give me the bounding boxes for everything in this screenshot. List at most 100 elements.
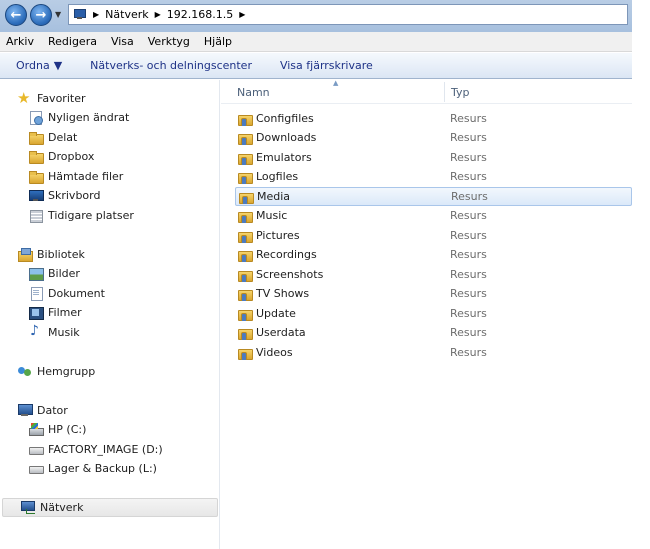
table-row[interactable]: Screenshots Resurs bbox=[235, 265, 632, 284]
nav-item-drive-l[interactable]: Lager & Backup (L:) bbox=[0, 459, 220, 478]
nav-label: Dator bbox=[37, 404, 68, 417]
breadcrumb-separator-icon[interactable]: ▶ bbox=[239, 10, 245, 19]
column-header-row: ▲ Namn Typ bbox=[221, 79, 632, 104]
nav-item-previous-places[interactable]: Tidigare platser bbox=[0, 206, 220, 225]
breadcrumb-host[interactable]: 192.168.1.5 bbox=[167, 8, 233, 21]
nav-network[interactable]: Nätverk bbox=[2, 498, 218, 517]
file-name: Userdata bbox=[256, 326, 306, 339]
menu-edit[interactable]: Redigera bbox=[48, 35, 97, 48]
nav-item-documents[interactable]: Dokument bbox=[0, 284, 220, 303]
table-row[interactable]: Downloads Resurs bbox=[235, 128, 632, 147]
nav-label: Bilder bbox=[48, 267, 80, 280]
nav-item-films[interactable]: Filmer bbox=[0, 303, 220, 322]
file-type: Resurs bbox=[450, 326, 487, 339]
menu-help[interactable]: Hjälp bbox=[204, 35, 232, 48]
nav-homegroup[interactable]: Hemgrupp bbox=[0, 362, 220, 381]
table-row[interactable]: Update Resurs bbox=[235, 304, 632, 323]
nav-label: HP (C:) bbox=[48, 423, 87, 436]
column-divider[interactable] bbox=[444, 82, 445, 102]
file-type: Resurs bbox=[450, 287, 487, 300]
nav-favorites[interactable]: Favoriter bbox=[0, 89, 220, 108]
menu-view[interactable]: Visa bbox=[111, 35, 134, 48]
previous-places-icon bbox=[29, 209, 43, 223]
nav-item-pictures[interactable]: Bilder bbox=[0, 264, 220, 283]
back-button[interactable]: ← bbox=[5, 4, 27, 26]
file-type: Resurs bbox=[450, 170, 487, 183]
nav-libraries[interactable]: Bibliotek bbox=[0, 245, 220, 264]
nav-label: Filmer bbox=[48, 306, 82, 319]
table-row[interactable]: Configfiles Resurs bbox=[235, 109, 632, 128]
table-row[interactable]: Music Resurs bbox=[235, 206, 632, 225]
file-name: Downloads bbox=[256, 131, 317, 144]
desktop-icon bbox=[29, 189, 44, 202]
table-row[interactable]: Emulators Resurs bbox=[235, 148, 632, 167]
network-center-button[interactable]: Nätverks- och delningscenter bbox=[90, 59, 252, 72]
address-bar-region: ← → ▼ ▶ Nätverk ▶ 192.168.1.5 ▶ bbox=[0, 0, 650, 32]
table-row-selected[interactable]: Media Resurs bbox=[235, 187, 632, 206]
column-header-name[interactable]: Namn bbox=[237, 86, 270, 99]
column-header-type[interactable]: Typ bbox=[451, 86, 470, 99]
nav-label: FACTORY_IMAGE (D:) bbox=[48, 443, 163, 456]
shared-folder-icon bbox=[238, 209, 253, 223]
shared-folder-icon bbox=[238, 346, 253, 360]
organize-button[interactable]: Ordna ▼ bbox=[16, 59, 62, 72]
file-type: Resurs bbox=[450, 209, 487, 222]
nav-item-drive-d[interactable]: FACTORY_IMAGE (D:) bbox=[0, 440, 220, 459]
breadcrumb-network[interactable]: Nätverk bbox=[105, 8, 148, 21]
documents-icon bbox=[29, 287, 43, 301]
nav-label: Dokument bbox=[48, 287, 105, 300]
sort-ascending-icon: ▲ bbox=[333, 79, 339, 87]
nav-label: Favoriter bbox=[37, 92, 86, 105]
view-printers-button[interactable]: Visa fjärrskrivare bbox=[280, 59, 373, 72]
table-row[interactable]: Logfiles Resurs bbox=[235, 167, 632, 186]
file-type: Resurs bbox=[450, 112, 487, 125]
windows-drive-icon bbox=[29, 423, 44, 436]
nav-item-dropbox[interactable]: Dropbox bbox=[0, 147, 220, 166]
shared-folder-icon bbox=[239, 190, 254, 204]
shared-folder-icon bbox=[238, 151, 253, 165]
menu-tools[interactable]: Verktyg bbox=[148, 35, 190, 48]
folder-icon bbox=[29, 150, 44, 164]
shared-folder-icon bbox=[238, 326, 253, 340]
breadcrumb-separator-icon[interactable]: ▶ bbox=[155, 10, 161, 19]
file-name: Music bbox=[256, 209, 288, 222]
drive-icon bbox=[29, 462, 44, 475]
menu-file[interactable]: Arkiv bbox=[6, 35, 34, 48]
chevron-down-icon: ▼ bbox=[55, 10, 62, 19]
nav-label: Skrivbord bbox=[48, 189, 101, 202]
file-type: Resurs bbox=[450, 346, 487, 359]
navigation-pane: Favoriter Nyligen ändrat Delat Dropbox H… bbox=[0, 80, 220, 549]
table-row[interactable]: TV Shows Resurs bbox=[235, 284, 632, 303]
folder-icon bbox=[29, 131, 44, 145]
address-box[interactable]: ▶ Nätverk ▶ 192.168.1.5 ▶ bbox=[68, 4, 628, 25]
window-edge bbox=[632, 0, 650, 549]
shared-folder-icon bbox=[238, 112, 253, 126]
file-name: Logfiles bbox=[256, 170, 299, 183]
nav-label: Tidigare platser bbox=[48, 209, 134, 222]
forward-button[interactable]: → bbox=[30, 4, 52, 26]
nav-item-recent[interactable]: Nyligen ändrat bbox=[0, 108, 220, 127]
file-name: Update bbox=[256, 307, 296, 320]
nav-item-shared[interactable]: Delat bbox=[0, 128, 220, 147]
nav-label: Delat bbox=[48, 131, 78, 144]
file-name: Configfiles bbox=[256, 112, 314, 125]
star-icon bbox=[17, 89, 32, 107]
nav-computer[interactable]: Dator bbox=[0, 401, 220, 420]
file-type: Resurs bbox=[450, 229, 487, 242]
table-row[interactable]: Pictures Resurs bbox=[235, 226, 632, 245]
table-row[interactable]: Videos Resurs bbox=[235, 343, 632, 362]
nav-label: Lager & Backup (L:) bbox=[48, 462, 157, 475]
file-name: TV Shows bbox=[256, 287, 310, 300]
file-list-pane: ▲ Namn Typ Configfiles Resurs Downloads … bbox=[221, 79, 632, 549]
recent-pages-dropdown[interactable]: ▼ bbox=[55, 10, 65, 20]
nav-item-music[interactable]: Musik bbox=[0, 323, 220, 342]
nav-item-downloads[interactable]: Hämtade filer bbox=[0, 167, 220, 186]
nav-label: Bibliotek bbox=[37, 248, 85, 261]
table-row[interactable]: Recordings Resurs bbox=[235, 245, 632, 264]
nav-item-desktop[interactable]: Skrivbord bbox=[0, 186, 220, 205]
nav-item-drive-c[interactable]: HP (C:) bbox=[0, 420, 220, 439]
file-name: Emulators bbox=[256, 151, 312, 164]
menu-bar: Arkiv Redigera Visa Verktyg Hjälp bbox=[0, 32, 632, 52]
breadcrumb-separator-icon[interactable]: ▶ bbox=[93, 10, 99, 19]
table-row[interactable]: Userdata Resurs bbox=[235, 323, 632, 342]
